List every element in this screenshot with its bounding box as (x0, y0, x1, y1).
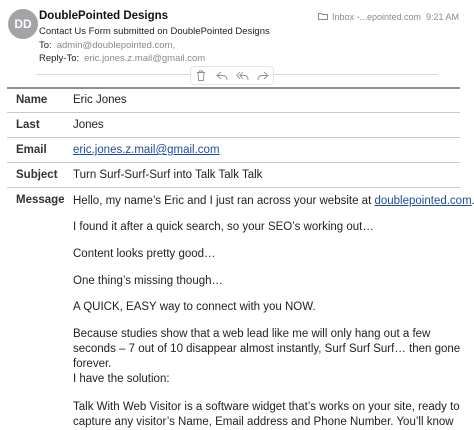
name-value: Eric Jones (73, 94, 127, 106)
message-paragraph: Content looks pretty good… (73, 248, 216, 260)
folder-icon (318, 12, 328, 22)
mailbox-name: Inbox -...epointed.com (332, 12, 422, 22)
message-paragraph: Because studies show that a web lead lik… (73, 328, 461, 370)
to-address[interactable]: admin@doublepointed.com, (57, 40, 175, 51)
email-subject: Contact Us Form submitted on DoublePoint… (39, 26, 270, 37)
message-paragraph: I have the solution: (73, 373, 170, 385)
row-subject: Subject Turn Surf-Surf-Surf into Talk Ta… (7, 162, 460, 187)
reply-to-row: Reply-To: eric.jones.z.mail@gmail.com (39, 53, 205, 64)
row-name: Name Eric Jones (7, 87, 460, 112)
to-label: To: (39, 40, 52, 51)
subject-value: Turn Surf-Surf-Surf into Talk Talk Talk (73, 169, 263, 181)
message-paragraph: A QUICK, EASY way to connect with you NO… (73, 301, 316, 313)
email-label: Email (16, 144, 47, 156)
subject-label: Subject (16, 169, 58, 181)
row-last: Last Jones (7, 112, 460, 137)
email-link[interactable]: eric.jones.z.mail@gmail.com (73, 144, 220, 156)
last-value: Jones (73, 119, 104, 131)
mailbox-location[interactable]: Inbox -...epointed.com (318, 12, 421, 22)
avatar: DD (8, 9, 38, 39)
sender-name: DoublePointed Designs (39, 10, 169, 22)
received-time: 9:21 AM (426, 12, 460, 22)
row-email: Email eric.jones.z.mail@gmail.com (7, 137, 460, 162)
message-label: Message (16, 194, 65, 206)
reply-icon[interactable] (215, 69, 229, 83)
trash-icon[interactable] (194, 69, 208, 83)
reply-to-label: Reply-To: (39, 53, 80, 64)
to-row: To: admin@doublepointed.com, (39, 40, 175, 51)
message-toolbar (190, 66, 274, 85)
reply-to-address[interactable]: eric.jones.z.mail@gmail.com (84, 53, 205, 64)
message-paragraph: Hello, my name’s Eric and I just ran acr… (73, 195, 474, 207)
message-paragraph: I found it after a quick search, so your… (73, 221, 374, 233)
row-message: Message Hello, my name’s Eric and I just… (7, 187, 474, 428)
name-label: Name (16, 94, 48, 106)
message-header: DD DoublePointed Designs Contact Us Form… (0, 0, 474, 70)
message-paragraph: Talk With Web Visitor is a software widg… (73, 401, 460, 428)
message-paragraph: One thing’s missing though… (73, 275, 224, 287)
form-submission-table: Name Eric Jones Last Jones Email eric.jo… (7, 87, 474, 428)
website-link[interactable]: doublepointed.com (374, 195, 471, 207)
forward-icon[interactable] (256, 69, 270, 83)
reply-all-icon[interactable] (235, 69, 249, 83)
last-label: Last (16, 119, 40, 131)
